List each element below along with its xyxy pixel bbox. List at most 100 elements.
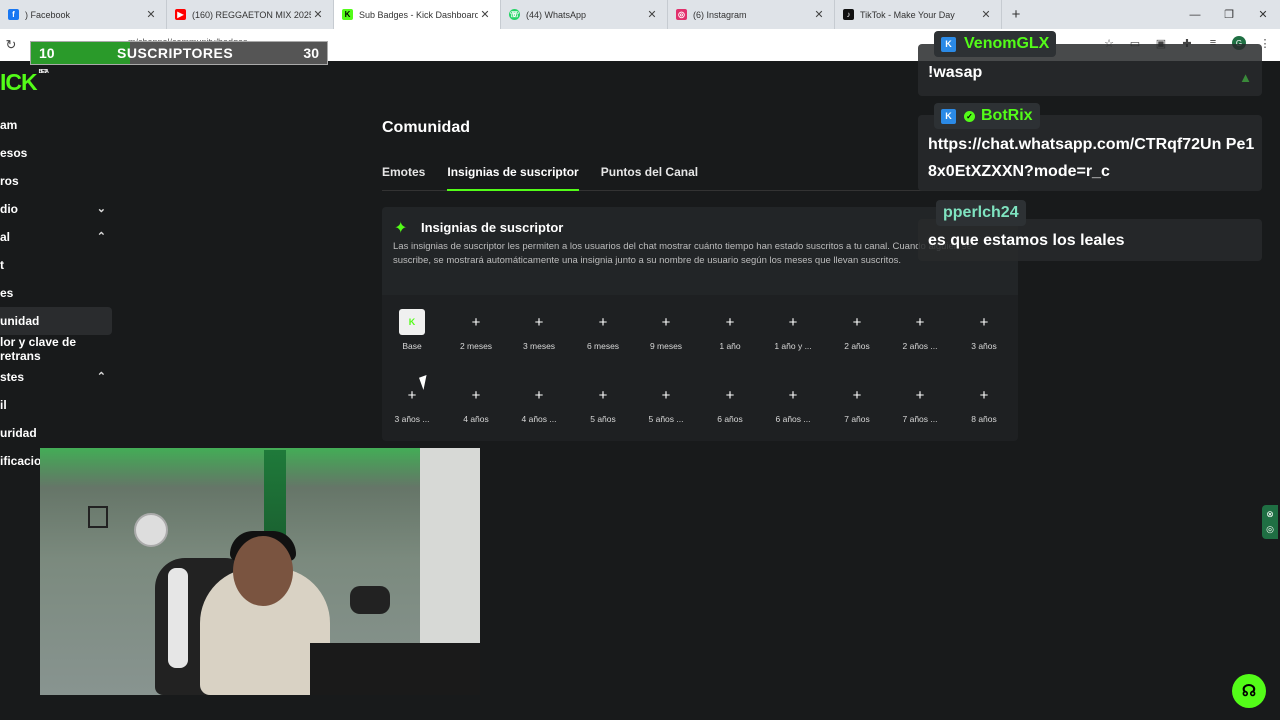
kick-badge-icon: K	[941, 36, 956, 52]
badge-slot[interactable]: +2 meses	[446, 309, 506, 352]
badge-label: 1 año y ...	[774, 341, 812, 351]
sidebar-item-comunidad[interactable]: unidad	[0, 307, 112, 335]
close-window-icon[interactable]: ✕	[1246, 0, 1280, 29]
close-icon[interactable]: ✕	[979, 8, 993, 21]
add-badge-icon[interactable]: +	[717, 309, 743, 335]
reload-icon[interactable]: ↻	[0, 37, 22, 53]
tab-title: TikTok - Make Your Day	[860, 9, 955, 20]
sidebar-item[interactable]: al ⌃	[0, 223, 112, 251]
close-icon[interactable]: ⊗	[1266, 509, 1274, 520]
add-badge-icon[interactable]: +	[526, 382, 552, 408]
add-badge-icon[interactable]: +	[526, 309, 552, 335]
badge-label: 2 años ...	[902, 341, 938, 351]
chat-username: K VenomGLX	[934, 31, 1057, 57]
sidebar-item[interactable]: am	[0, 111, 112, 139]
badge-label: 9 meses	[649, 341, 683, 351]
add-badge-icon[interactable]: +	[780, 309, 806, 335]
badge-slot[interactable]: +6 años ...	[763, 382, 823, 425]
badge-slot[interactable]: +3 años ...	[382, 382, 442, 425]
add-badge-icon[interactable]: +	[907, 309, 933, 335]
instagram-icon: ◎	[676, 9, 687, 20]
add-badge-icon[interactable]: +	[844, 382, 870, 408]
kick-badge-icon: K	[941, 108, 956, 124]
sidebar-item[interactable]: uridad	[0, 419, 112, 447]
badge-label: 4 años ...	[521, 414, 557, 424]
browser-tab-facebook[interactable]: f ) Facebook ✕	[0, 0, 167, 29]
sidebar-item[interactable]: t	[0, 251, 112, 279]
tab-title: (44) WhatsApp	[526, 9, 587, 20]
sidebar-item[interactable]: dio ⌄	[0, 195, 112, 223]
goal-target: 30	[303, 45, 319, 61]
sidebar-item[interactable]: es	[0, 279, 112, 307]
badge-slot[interactable]: +5 años	[573, 382, 633, 425]
base-badge-icon[interactable]: K	[399, 309, 425, 335]
add-badge-icon[interactable]: +	[907, 382, 933, 408]
add-badge-icon[interactable]: +	[780, 382, 806, 408]
add-badge-icon[interactable]: +	[971, 309, 997, 335]
tab-emotes[interactable]: Emotes	[382, 165, 425, 191]
restore-icon[interactable]: ❐	[1212, 0, 1246, 29]
settings-icon[interactable]: ◎	[1266, 524, 1274, 535]
badge-slot[interactable]: +1 año	[700, 309, 760, 352]
sidebar-item[interactable]: stes ⌃	[0, 363, 112, 391]
kick-logo[interactable]: ICK BETA	[0, 69, 49, 96]
close-icon[interactable]: ✕	[311, 8, 325, 21]
badge-slot[interactable]: +6 años	[700, 382, 760, 425]
floating-side-widget[interactable]: ⊗ ◎	[1262, 505, 1278, 539]
badge-label: 1 año	[719, 341, 741, 351]
badge-slot[interactable]: +3 años	[954, 309, 1014, 352]
browser-tab-tiktok[interactable]: ♪ TikTok - Make Your Day ✕	[835, 0, 1002, 29]
tab-title: ) Facebook	[25, 9, 71, 20]
badge-slot[interactable]: +4 años	[446, 382, 506, 425]
add-badge-icon[interactable]: +	[844, 309, 870, 335]
sidebar-item[interactable]: il	[0, 391, 112, 419]
badge-slot[interactable]: +8 años	[954, 382, 1014, 425]
badge-slot[interactable]: +3 meses	[509, 309, 569, 352]
sidebar-item[interactable]: ros	[0, 167, 112, 195]
close-icon[interactable]: ✕	[812, 8, 826, 21]
chevron-down-icon[interactable]: ⌄	[97, 202, 106, 215]
chat-username: K ✓ BotRix	[934, 103, 1040, 129]
facebook-icon: f	[8, 9, 19, 20]
chevron-up-icon[interactable]: ⌃	[97, 370, 106, 383]
add-badge-icon[interactable]: +	[463, 309, 489, 335]
chevron-up-icon[interactable]: ⌃	[97, 230, 106, 243]
card-description: Las insignias de suscriptor les permiten…	[393, 241, 972, 266]
add-badge-icon[interactable]: +	[717, 382, 743, 408]
sidebar-item[interactable]: lor y clave de retrans	[0, 335, 112, 363]
tab-title: (160) REGGAETON MIX 2025 JU...	[192, 9, 311, 20]
badge-slot[interactable]: +7 años ...	[890, 382, 950, 425]
add-badge-icon[interactable]: +	[590, 309, 616, 335]
badge-slot[interactable]: +6 meses	[573, 309, 633, 352]
browser-tab-instagram[interactable]: ◎ (6) Instagram ✕	[668, 0, 835, 29]
new-tab-button[interactable]: +	[1002, 0, 1030, 29]
close-icon[interactable]: ✕	[144, 8, 158, 21]
tab-subscriber-badges[interactable]: Insignias de suscriptor	[447, 165, 579, 191]
badge-slot[interactable]: +2 años	[827, 309, 887, 352]
add-badge-icon[interactable]: +	[971, 382, 997, 408]
close-icon[interactable]: ✕	[478, 8, 492, 21]
badge-slot[interactable]: +7 años	[827, 382, 887, 425]
badge-slot[interactable]: +2 años ...	[890, 309, 950, 352]
add-badge-icon[interactable]: +	[590, 382, 616, 408]
tiktok-icon: ♪	[843, 9, 854, 20]
badge-slot[interactable]: +4 años ...	[509, 382, 569, 425]
browser-tab-whatsapp[interactable]: ☏ (44) WhatsApp ✕	[501, 0, 668, 29]
add-badge-icon[interactable]: +	[463, 382, 489, 408]
add-badge-icon[interactable]: +	[653, 309, 679, 335]
add-badge-icon[interactable]: +	[653, 382, 679, 408]
tab-channel-points[interactable]: Puntos del Canal	[601, 165, 698, 191]
minimize-icon[interactable]: —	[1178, 0, 1212, 29]
badge-slot[interactable]: +5 años ...	[636, 382, 696, 425]
badge-slot[interactable]: K Base	[382, 309, 442, 351]
subscriber-goal-bar: 10 SUSCRIPTORES 30	[30, 41, 328, 65]
badge-slot[interactable]: +9 meses	[636, 309, 696, 352]
sidebar-item[interactable]: esos	[0, 139, 112, 167]
support-chat-button[interactable]: ☊	[1232, 674, 1266, 708]
browser-tab-youtube[interactable]: ▶ (160) REGGAETON MIX 2025 JU... ✕	[167, 0, 334, 29]
close-icon[interactable]: ✕	[645, 8, 659, 21]
tab-title: (6) Instagram	[693, 9, 747, 20]
browser-tab-kick[interactable]: K Sub Badges - Kick Dashboard ✕	[334, 0, 501, 29]
message-text: !wasap	[928, 64, 983, 81]
badge-slot[interactable]: +1 año y ...	[763, 309, 823, 352]
